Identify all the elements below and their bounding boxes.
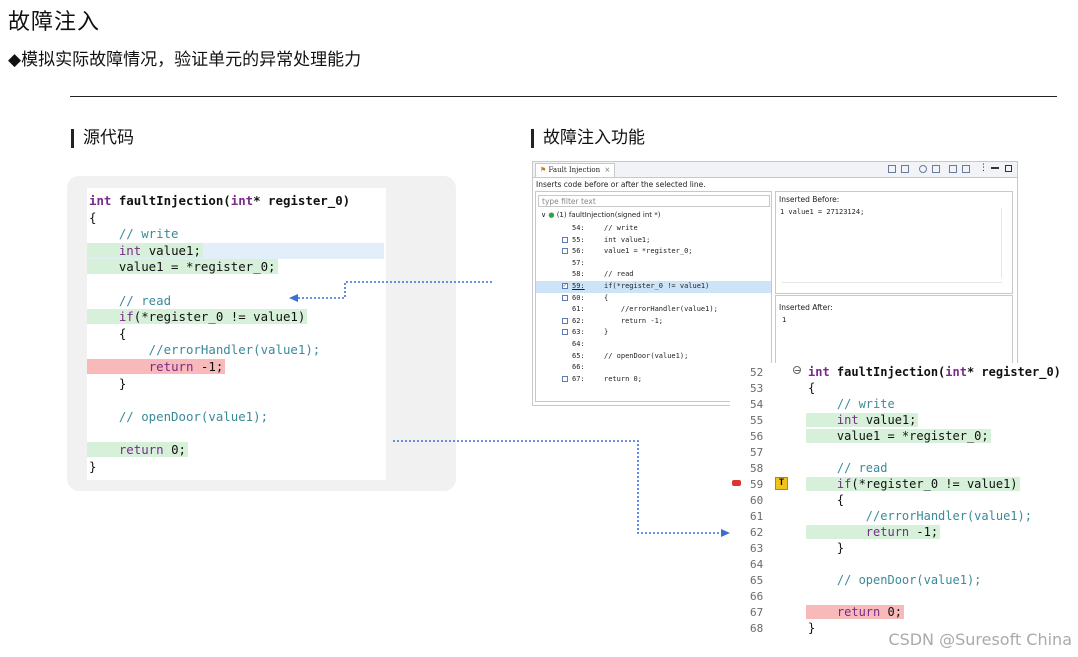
arrowhead-left: [289, 294, 298, 302]
watermark: CSDN @Suresoft China: [888, 630, 1072, 649]
arrowhead-right: [721, 529, 730, 537]
arrow-panel-to-source: [296, 281, 492, 299]
connector-arrows: [289, 281, 730, 537]
arrow-source-to-editor: [393, 440, 722, 534]
